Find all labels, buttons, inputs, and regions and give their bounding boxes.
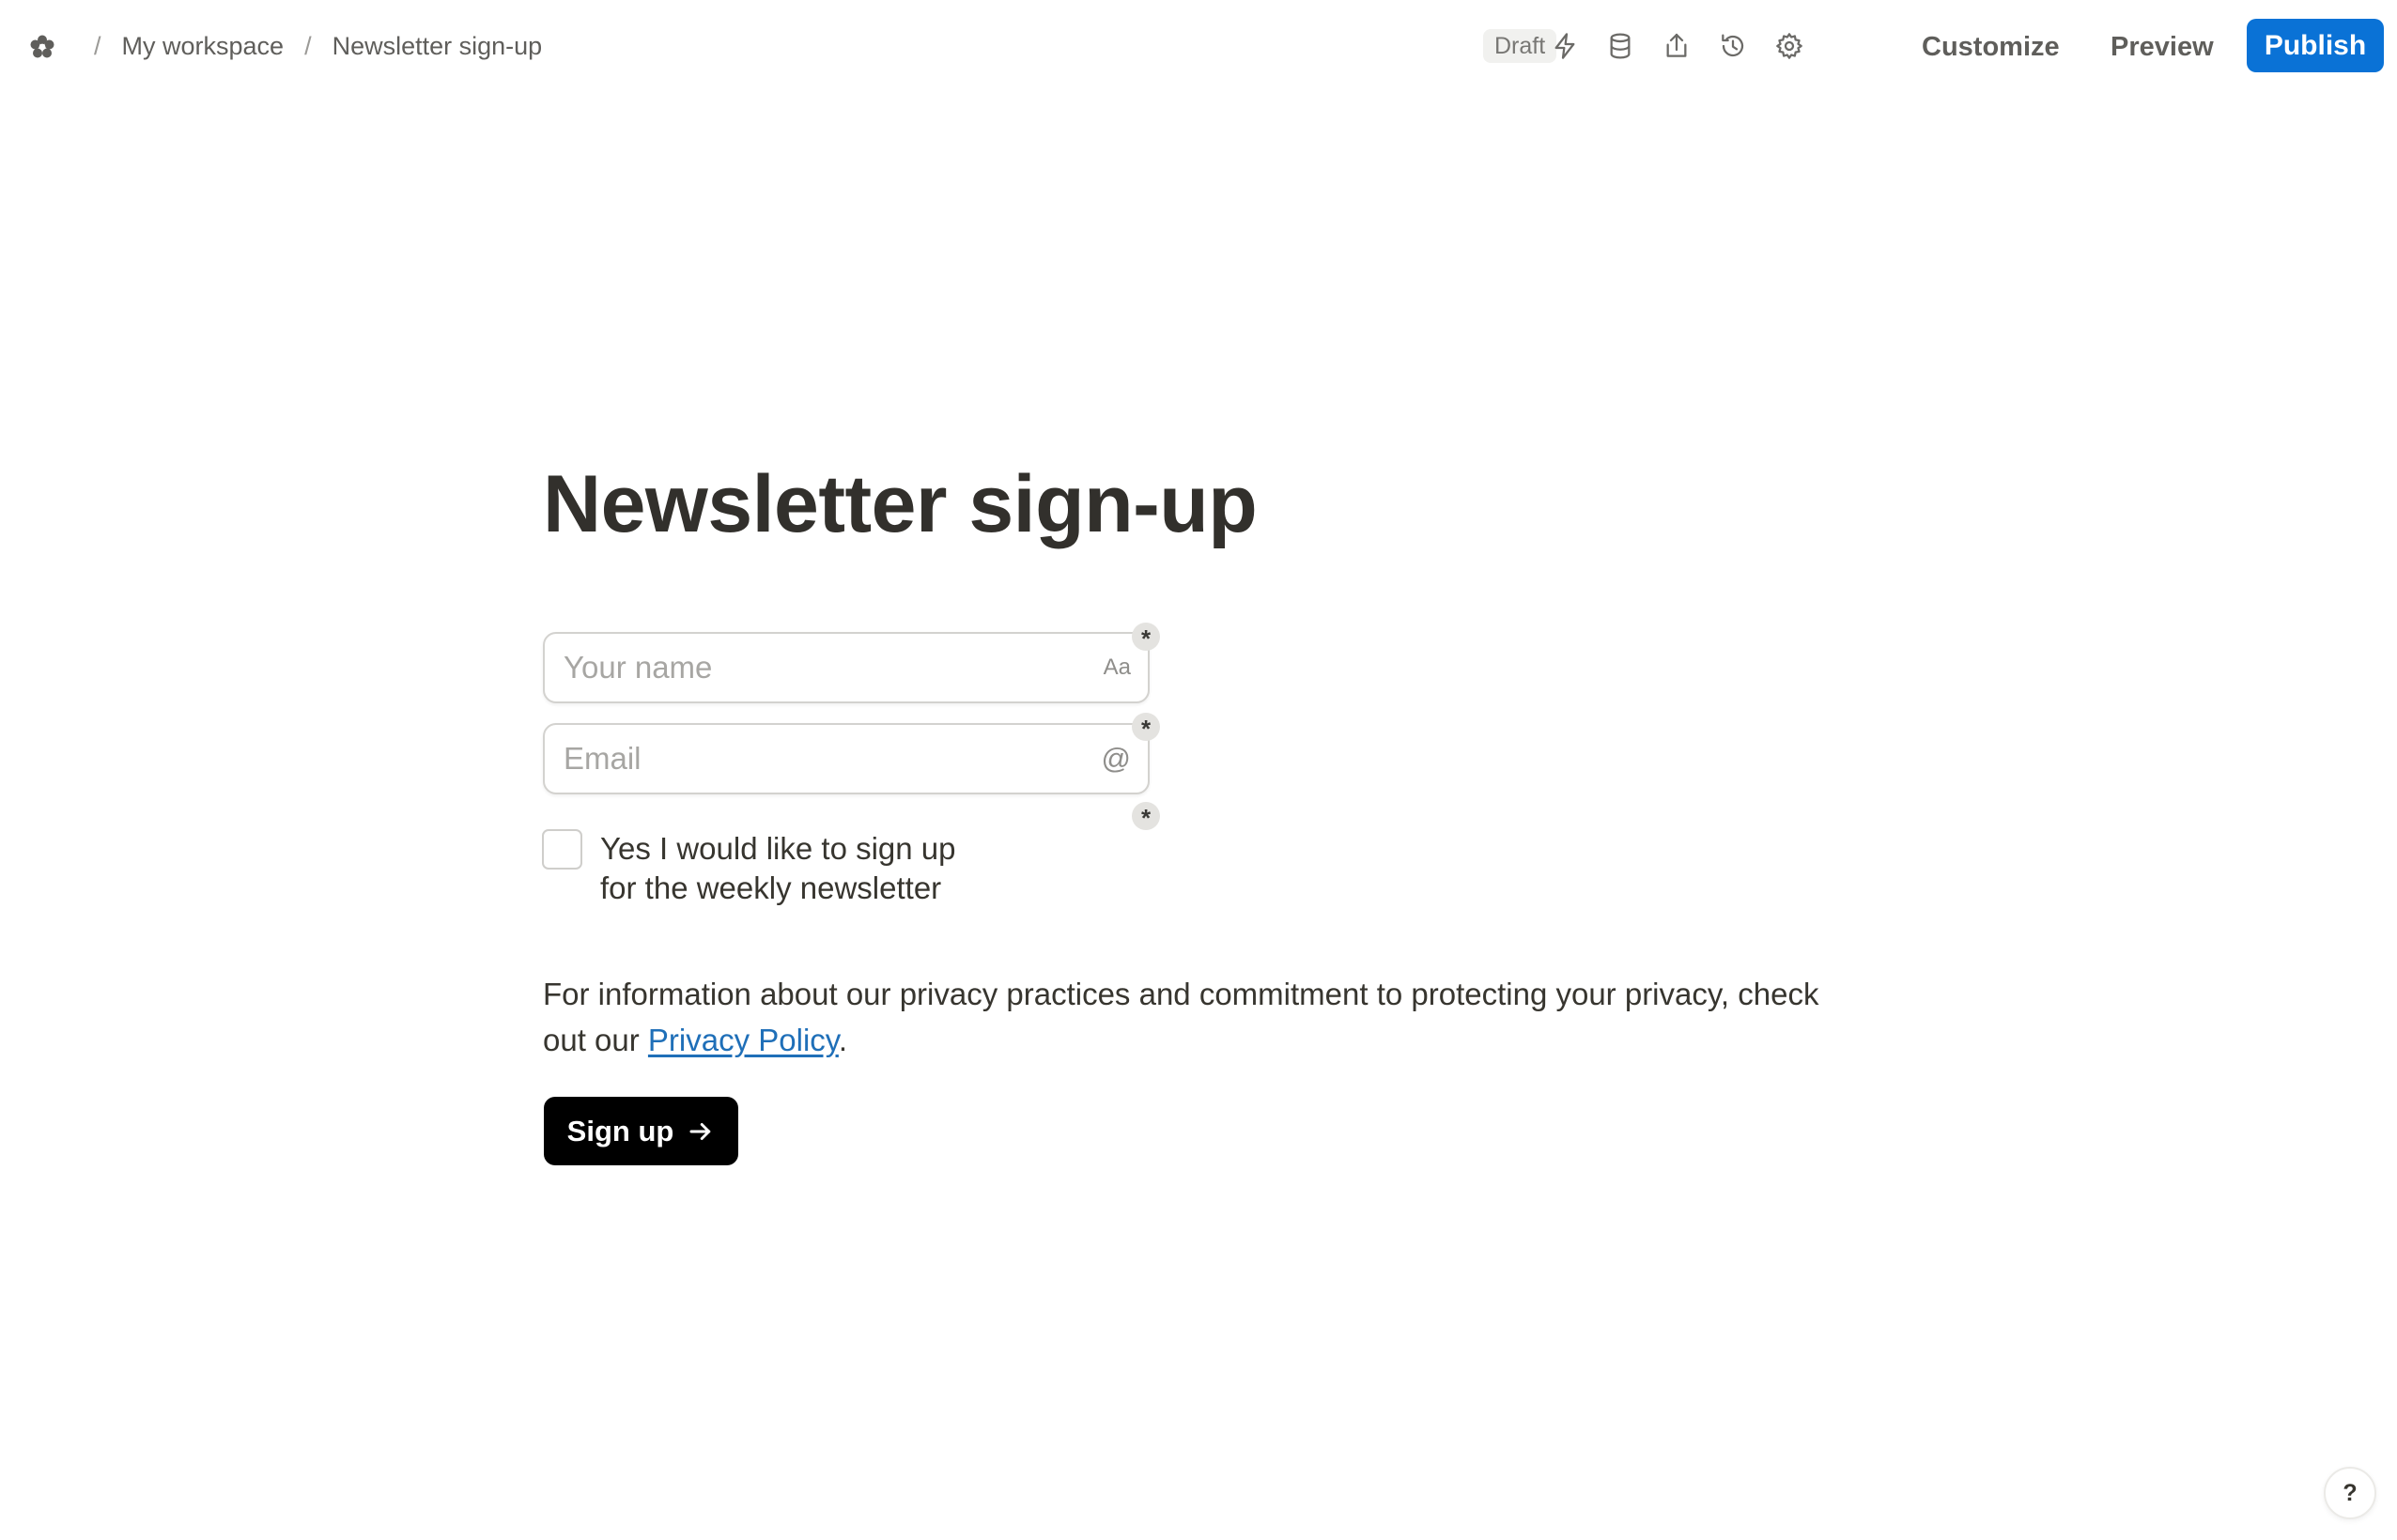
name-input[interactable] (545, 634, 1148, 701)
sign-up-label: Sign up (566, 1114, 674, 1147)
history-icon[interactable] (1714, 27, 1752, 65)
form-title[interactable]: Newsletter sign-up (543, 458, 1258, 551)
share-icon[interactable] (1658, 27, 1695, 65)
text-type-icon: Aa (1103, 654, 1131, 680)
preview-button[interactable]: Preview (2111, 24, 2214, 69)
required-indicator: * (1132, 802, 1160, 832)
breadcrumb-workspace[interactable]: My workspace (122, 32, 285, 61)
breadcrumb-separator: / (94, 31, 101, 60)
at-sign-icon: @ (1101, 742, 1131, 775)
bolt-icon[interactable] (1546, 27, 1584, 65)
privacy-notice: For information about our privacy practi… (543, 971, 1858, 1063)
customize-button[interactable]: Customize (1922, 24, 2060, 69)
privacy-policy-link[interactable]: Privacy Policy (648, 1023, 839, 1057)
top-bar: / My workspace / Newsletter sign-up Draf… (0, 0, 2397, 92)
breadcrumb-separator: / (304, 31, 312, 60)
required-indicator: * (1132, 623, 1160, 653)
gear-icon[interactable] (1771, 27, 1808, 65)
arrow-right-icon (689, 1122, 711, 1140)
help-button[interactable]: ? (2324, 1467, 2376, 1519)
email-input[interactable] (545, 725, 1148, 793)
required-indicator: * (1132, 713, 1160, 743)
breadcrumb: / My workspace / Newsletter sign-up (73, 0, 542, 92)
name-field[interactable]: Aa (543, 632, 1150, 703)
newsletter-consent-checkbox[interactable] (542, 829, 582, 870)
newsletter-consent-label[interactable]: Yes I would like to sign up for the week… (600, 829, 957, 908)
breadcrumb-current-page[interactable]: Newsletter sign-up (332, 32, 543, 61)
email-field[interactable]: @ (543, 723, 1150, 794)
publish-button[interactable]: Publish (2247, 19, 2384, 72)
privacy-notice-end: . (838, 1023, 848, 1057)
workspace-logo-icon[interactable] (26, 31, 58, 63)
sign-up-button[interactable]: Sign up (544, 1097, 738, 1165)
database-icon[interactable] (1601, 27, 1639, 65)
